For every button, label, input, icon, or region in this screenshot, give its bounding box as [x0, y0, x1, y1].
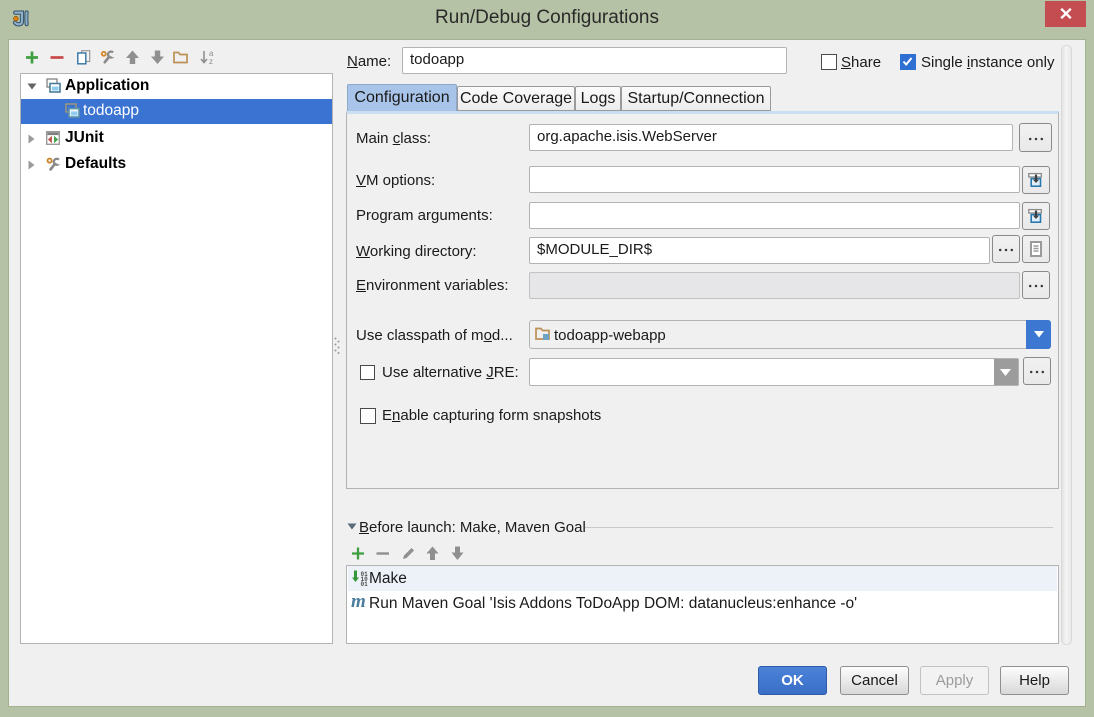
svg-text:z: z [209, 57, 213, 65]
svg-text:01: 01 [361, 581, 369, 586]
